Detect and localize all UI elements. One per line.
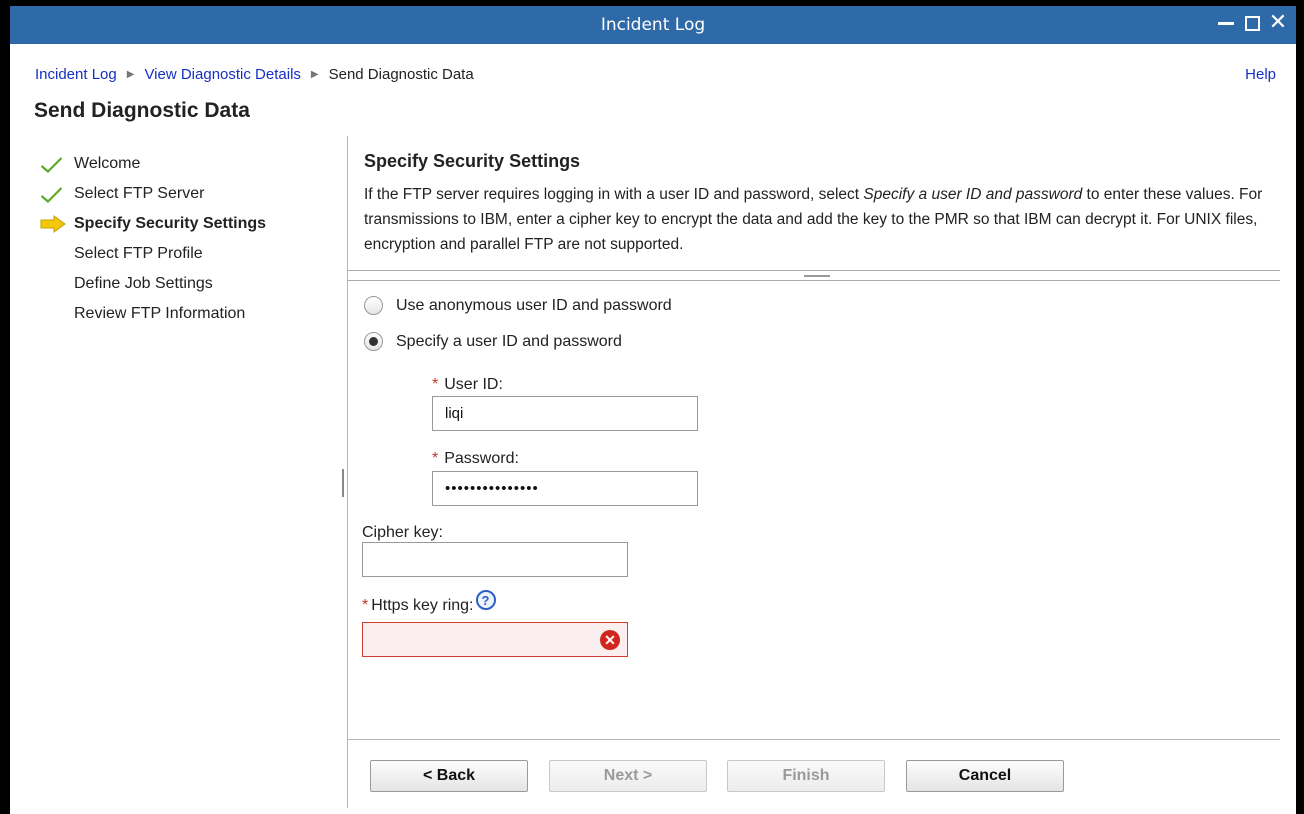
breadcrumb-separator-icon: ▶ <box>310 69 319 80</box>
https-key-ring-field[interactable] <box>362 622 628 657</box>
finish-button[interactable]: Finish <box>727 760 885 792</box>
help-link[interactable]: Help <box>1245 66 1276 83</box>
cancel-button[interactable]: Cancel <box>906 760 1064 792</box>
window-controls: ✕ <box>1216 12 1288 34</box>
radio-anonymous[interactable]: Use anonymous user ID and password <box>364 296 672 315</box>
user-id-label: * User ID: <box>432 376 503 393</box>
cipher-key-field[interactable] <box>362 542 628 577</box>
help-icon[interactable]: ? <box>475 590 496 610</box>
window-title: Incident Log <box>600 15 706 35</box>
footer-divider <box>348 739 1280 740</box>
required-marker: * <box>362 597 369 614</box>
step-label: Define Job Settings <box>74 275 213 292</box>
breadcrumb-view-diagnostic-details[interactable]: View Diagnostic Details <box>144 66 300 83</box>
radio-selected-dot <box>369 337 378 346</box>
breadcrumb-incident-log[interactable]: Incident Log <box>35 66 117 83</box>
required-marker: * <box>432 376 439 393</box>
maximize-button[interactable] <box>1242 12 1262 34</box>
step-review-ftp-information: Review FTP Information <box>40 299 340 329</box>
step-select-ftp-server: Select FTP Server <box>40 179 340 209</box>
radio-label: Specify a user ID and password <box>396 332 622 350</box>
page-title: Send Diagnostic Data <box>34 99 250 122</box>
horizontal-splitter[interactable] <box>348 270 1280 281</box>
breadcrumb: Incident Log ▶ View Diagnostic Details ▶… <box>35 66 474 83</box>
step-label: Select FTP Profile <box>74 245 203 262</box>
step-label: Specify Security Settings <box>74 215 267 232</box>
step-label: Review FTP Information <box>74 305 246 322</box>
user-id-field[interactable] <box>432 396 698 431</box>
close-button[interactable]: ✕ <box>1268 12 1288 34</box>
radio-label: Use anonymous user ID and password <box>396 296 672 314</box>
maximize-icon <box>1244 15 1260 31</box>
required-marker: * <box>432 450 439 467</box>
content-panel: Specify Security Settings If the FTP ser… <box>348 136 1280 814</box>
minimize-icon <box>1218 21 1234 25</box>
error-icon: ✕ <box>600 630 620 650</box>
radio-button[interactable] <box>364 332 383 351</box>
wizard-steps: Welcome Select FTP Server Specify Securi… <box>40 149 340 329</box>
section-description: If the FTP server requires logging in wi… <box>364 186 1263 253</box>
breadcrumb-separator-icon: ▶ <box>126 69 135 80</box>
description-emphasis: Specify a user ID and password <box>863 186 1083 203</box>
checkmark-icon <box>40 184 74 204</box>
current-step-arrow-icon <box>40 215 74 233</box>
password-field[interactable] <box>432 471 698 506</box>
step-select-ftp-profile: Select FTP Profile <box>40 239 340 269</box>
next-button[interactable]: Next > <box>549 760 707 792</box>
radio-specify-user[interactable]: Specify a user ID and password <box>364 332 622 351</box>
wizard-window: Incident Log ▶ View Diagnostic Details ▶… <box>10 44 1296 814</box>
step-welcome: Welcome <box>40 149 340 179</box>
splitter-grip <box>804 275 830 277</box>
password-label: * Password: <box>432 450 519 467</box>
section-title: Specify Security Settings <box>364 151 581 171</box>
checkmark-icon <box>40 154 74 174</box>
step-define-job-settings: Define Job Settings <box>40 269 340 299</box>
close-icon: ✕ <box>1268 10 1288 35</box>
step-label: Select FTP Server <box>74 185 205 202</box>
breadcrumb-current: Send Diagnostic Data <box>328 66 474 83</box>
back-button[interactable]: < Back <box>370 760 528 792</box>
window-titlebar: Incident Log ✕ <box>10 6 1296 44</box>
step-specify-security-settings: Specify Security Settings <box>40 209 340 239</box>
radio-button[interactable] <box>364 296 383 315</box>
minimize-button[interactable] <box>1216 12 1236 34</box>
cipher-key-label: Cipher key: <box>362 524 443 541</box>
https-key-ring-label: * Https key ring: ? <box>362 590 496 616</box>
step-label: Welcome <box>74 155 141 172</box>
splitter-handle[interactable] <box>342 469 344 497</box>
